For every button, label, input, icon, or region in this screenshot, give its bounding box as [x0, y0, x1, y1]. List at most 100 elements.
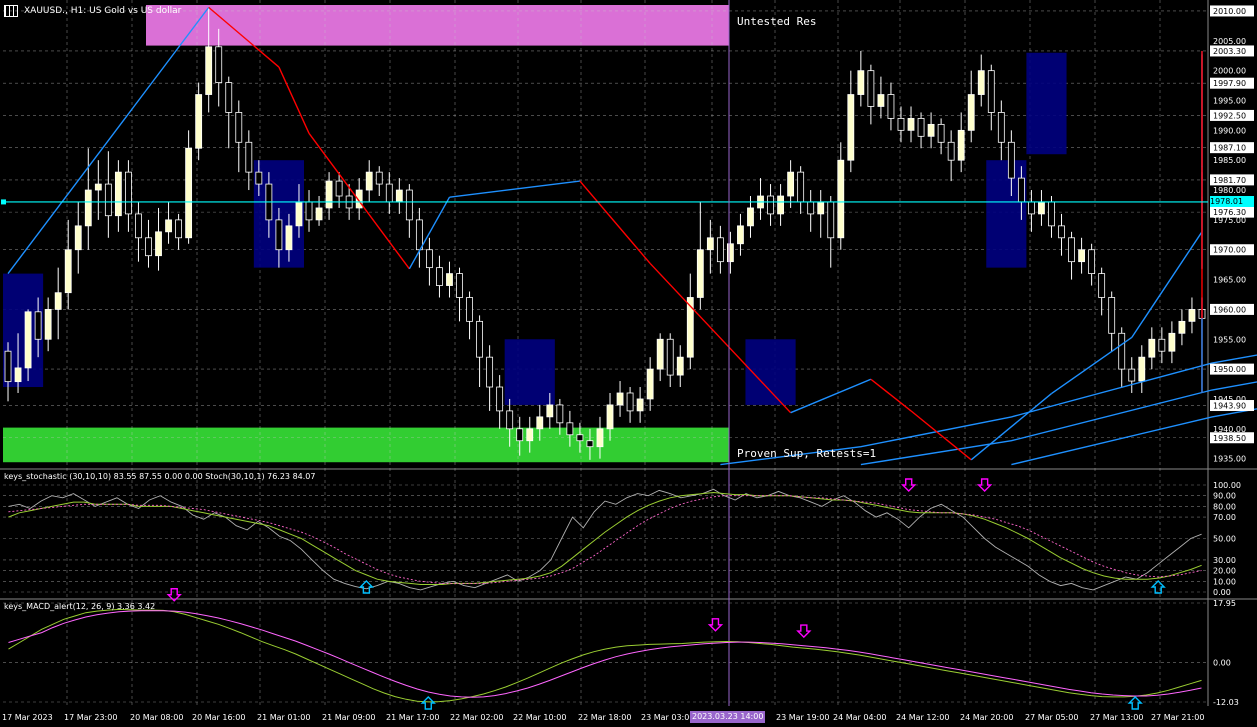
candle-body — [696, 249, 704, 298]
candle-body — [114, 171, 122, 217]
candle-body — [706, 237, 714, 251]
candle-body — [1098, 273, 1106, 298]
candle-body — [1017, 177, 1025, 203]
candle-body — [957, 129, 965, 161]
candle-body — [1058, 225, 1065, 239]
candle-body — [596, 428, 604, 448]
candle-body — [255, 171, 263, 185]
candle-body — [797, 171, 805, 203]
price-tick-label: 1985.00 — [1213, 156, 1246, 165]
sell-arrow-icon — [976, 478, 993, 492]
macd-title: keys_MACD_alert(12, 26, 9) 3.36 3.42 — [4, 602, 156, 611]
ma-line — [720, 354, 1257, 466]
time-tick-label: 20 Mar 16:00 — [192, 713, 245, 722]
time-tick-label: 21 Mar 01:00 — [257, 713, 310, 722]
time-tick-label: 22 Mar 18:00 — [578, 713, 631, 722]
stoch-fast-line — [8, 488, 1202, 591]
candle-body — [135, 213, 142, 239]
time-tick-label: 24 Mar 12:00 — [896, 713, 949, 722]
price-chart[interactable]: 2010.00 2005.002003.30 2000.00 1997.90 1995.… — [0, 0, 1257, 727]
macd-tick-label: 17.95 — [1213, 599, 1236, 608]
candle-body — [1168, 332, 1176, 352]
candle-body — [1088, 249, 1096, 275]
sell-arrow-icon — [707, 618, 724, 632]
candle-body — [827, 201, 835, 239]
moving-averages — [720, 354, 1257, 466]
candle-body — [64, 249, 72, 294]
candle-body — [1078, 249, 1085, 263]
sell-arrow-icon — [796, 624, 812, 639]
candle-body — [586, 440, 594, 448]
candle-body — [666, 338, 674, 376]
candle-body — [536, 416, 544, 430]
candle-body — [1128, 368, 1136, 382]
price-tick-label: 1938.50 — [1213, 434, 1246, 443]
candle-body — [365, 171, 373, 191]
price-tick-label: 2010.00 — [1213, 7, 1246, 16]
highlight-box — [986, 160, 1027, 268]
highlight-box — [1026, 52, 1067, 155]
candle-body — [1178, 320, 1186, 334]
candle-body — [606, 404, 614, 430]
chart-header: XAUUSD., H1: US Gold vs US dollar — [4, 4, 181, 18]
candle-body — [74, 225, 82, 251]
candle-body — [385, 183, 393, 203]
candle-body — [4, 350, 12, 383]
sell-arrow-icon — [901, 478, 917, 492]
candle-body — [446, 273, 453, 286]
chart-menu-icon[interactable] — [4, 5, 18, 17]
candle-body — [727, 243, 734, 263]
stoch-signal-line — [8, 495, 1202, 584]
price-tick-label: 2000.00 — [1213, 67, 1246, 76]
candle-body — [877, 94, 885, 107]
candle-body — [395, 189, 403, 203]
macd-panel — [8, 608, 1202, 703]
candle-body — [225, 82, 233, 113]
candle-body — [14, 367, 22, 383]
zigzag-segment — [278, 66, 310, 134]
zigzag-segment — [449, 180, 581, 198]
time-tick-label: 21 Mar 09:00 — [322, 713, 375, 722]
ma-line — [860, 381, 1257, 466]
price-tick-label: 1980.00 — [1213, 186, 1246, 195]
candle-body — [907, 118, 915, 131]
candle-body — [947, 141, 955, 161]
candle-body — [155, 231, 162, 257]
support-label: Proven Sup, Retests=1 — [737, 447, 877, 460]
candle-body — [556, 404, 564, 424]
price-tick-label: 1981.70 — [1213, 176, 1246, 185]
support-zone — [3, 427, 729, 463]
price-tick-label: 1965.00 — [1213, 276, 1246, 285]
candle-body — [937, 123, 945, 143]
price-tick-label: 1950.00 — [1213, 365, 1246, 374]
candle-body — [847, 94, 855, 161]
price-tick-label: 1997.90 — [1213, 79, 1246, 88]
buy-arrow-icon — [420, 696, 436, 710]
candle-body — [646, 368, 654, 400]
time-tick-label: 27 Mar 21:00 — [1151, 713, 1204, 722]
candle-body — [807, 201, 815, 215]
price-line-marker — [1, 199, 6, 205]
price-tick-label: 1987.10 — [1213, 144, 1246, 153]
candle-body — [1158, 338, 1166, 352]
time-tick-label: 17 Mar 23:00 — [64, 713, 117, 722]
candle-body — [34, 311, 42, 340]
candle-body — [325, 180, 333, 209]
price-tick-label: 1970.00 — [1213, 246, 1246, 255]
candle-body — [84, 189, 92, 227]
candle-body — [636, 398, 644, 412]
candle-body — [1118, 332, 1126, 370]
zigzag-segment — [308, 132, 410, 270]
candle-body — [837, 159, 845, 239]
time-tick-label: 27 Mar 05:00 — [1025, 713, 1078, 722]
candle-body — [215, 46, 223, 83]
candle-body — [1007, 141, 1015, 179]
buy-arrow-icon — [358, 580, 375, 594]
time-tick-label: 27 Mar 13:00 — [1090, 713, 1143, 722]
candle-body — [1038, 201, 1045, 215]
candle-body — [195, 94, 203, 149]
candle-body — [1068, 237, 1075, 263]
macd-tick-label: -12.03 — [1213, 698, 1239, 707]
price-tick-label: 1992.50 — [1213, 111, 1246, 120]
candle-body — [506, 410, 514, 430]
